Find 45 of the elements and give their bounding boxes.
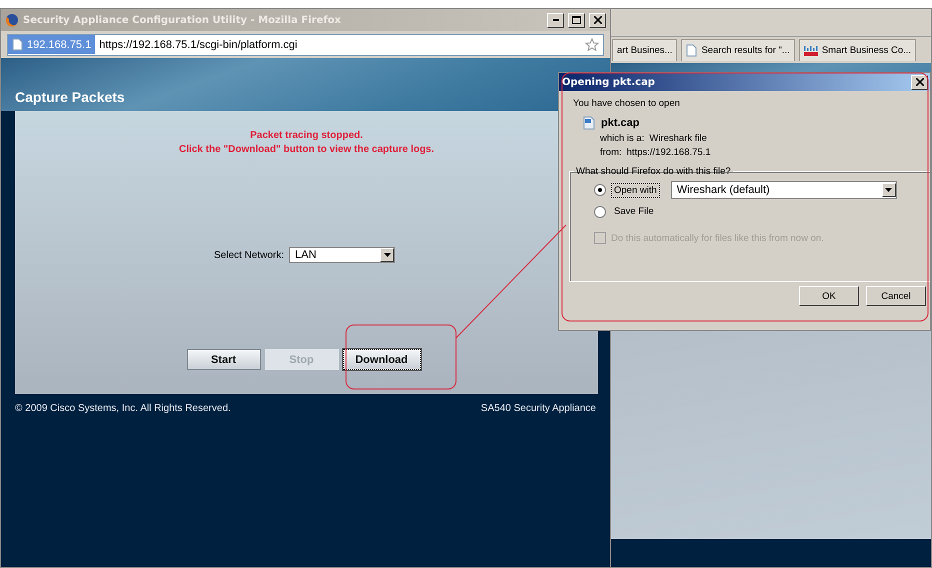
info-label: which is a:: [600, 132, 644, 146]
action-button[interactable]: Download: [342, 349, 420, 370]
url-text: https://192.168.75.1/scgi-bin/platform.cgi: [99, 38, 298, 50]
file-icon: [583, 116, 595, 130]
option-label[interactable]: Open with: [611, 182, 660, 198]
browser-tab[interactable]: art Busines...: [612, 39, 678, 61]
group-label: What should Firefox do with this file?: [575, 166, 732, 177]
info-value: https://192.168.75.1: [626, 146, 711, 160]
product-name: SA540 Security Appliance: [480, 403, 596, 414]
status-message: Packet tracing stopped. Click the "Download" button to view the capture logs.: [178, 129, 434, 157]
browser-tab[interactable]: Smart Business Co...: [798, 39, 916, 61]
dialog-button[interactable]: Cancel: [866, 286, 926, 306]
radio-button[interactable]: [594, 206, 606, 218]
intro-text: You have chosen to open: [573, 98, 681, 109]
info-value: Wireshark file: [649, 132, 707, 146]
file-name: pkt.cap: [601, 117, 640, 129]
field-label: Select Network:: [214, 250, 284, 260]
close-button[interactable]: [911, 74, 928, 90]
application-select[interactable]: Wireshark (default): [670, 181, 897, 199]
address-field[interactable]: 192.168.75.1 https://192.168.75.1/scgi-bin/platform.cgi: [7, 34, 604, 56]
action-button[interactable]: Start: [186, 349, 260, 370]
close-icon: [594, 16, 602, 24]
page-icon: [686, 44, 698, 57]
close-button[interactable]: [589, 12, 606, 28]
caret-icon: [384, 253, 391, 257]
option-label[interactable]: Save File: [611, 204, 657, 219]
minimize-icon: [552, 19, 558, 21]
globe-icon: [5, 13, 19, 27]
star-icon[interactable]: [585, 38, 599, 52]
window-title: Security Appliance Configuration Utility - Mozilla Firefox: [23, 14, 342, 26]
browser-tab[interactable]: Search results for "...: [681, 39, 795, 61]
logo-icon: [804, 45, 818, 56]
info-label: from:: [600, 146, 622, 160]
page-title: Capture Packets: [15, 89, 125, 105]
page-icon: [12, 38, 23, 51]
copyright-text: © 2009 Cisco Systems, Inc. All Rights Reserved.: [15, 403, 231, 414]
maximize-icon: [572, 16, 581, 24]
dialog-button[interactable]: OK: [799, 286, 859, 306]
radio-button[interactable]: [594, 184, 606, 196]
minimize-button[interactable]: [547, 12, 564, 28]
close-icon: [916, 78, 924, 86]
network-select[interactable]: LAN: [289, 247, 396, 263]
maximize-button[interactable]: [568, 12, 585, 28]
dialog-title: Opening pkt.cap: [562, 76, 655, 88]
caret-icon: [885, 188, 892, 192]
